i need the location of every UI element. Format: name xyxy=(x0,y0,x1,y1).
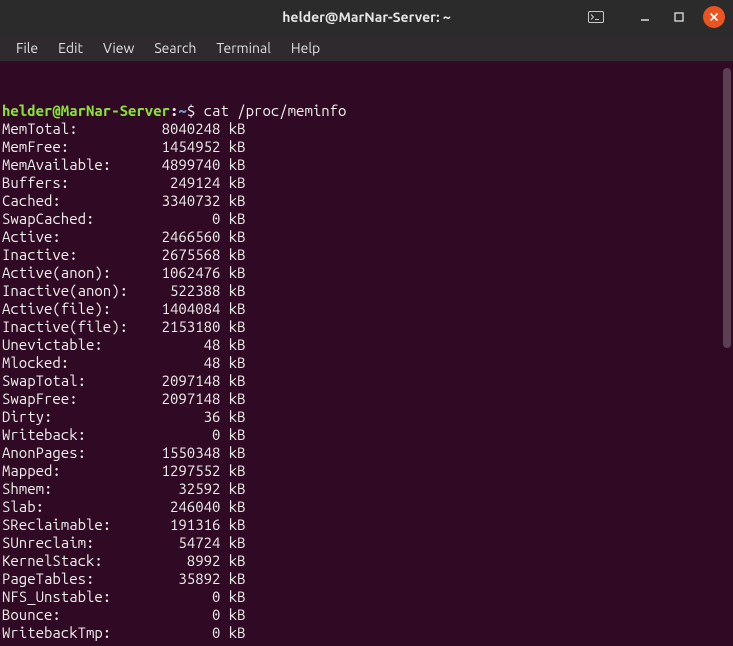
window-title: helder@MarNar-Server: ~ xyxy=(282,9,451,25)
terminal-area[interactable]: helder@MarNar-Server:~$ cat /proc/meminf… xyxy=(0,62,733,604)
minimize-button[interactable] xyxy=(635,7,655,27)
prompt-path: ~ xyxy=(178,102,186,119)
menu-item-edit[interactable]: Edit xyxy=(50,37,91,59)
scrollbar-thumb[interactable] xyxy=(723,68,731,348)
menu-item-view[interactable]: View xyxy=(95,37,142,59)
menubar: FileEditViewSearchTerminalHelp xyxy=(0,34,733,62)
menu-item-file[interactable]: File xyxy=(8,37,46,59)
menu-item-help[interactable]: Help xyxy=(283,37,328,59)
command-text xyxy=(195,102,203,119)
prompt-user-host: helder@MarNar-Server xyxy=(2,102,170,119)
prompt-line: helder@MarNar-Server:~$ cat /proc/meminf… xyxy=(2,102,731,120)
command-text: cat /proc/meminfo xyxy=(204,102,347,119)
window-controls xyxy=(635,6,725,28)
titlebar: helder@MarNar-Server: ~ xyxy=(0,0,733,34)
menu-item-terminal[interactable]: Terminal xyxy=(208,37,279,59)
terminal-output: helder@MarNar-Server:~$ cat /proc/meminf… xyxy=(0,62,733,646)
close-button[interactable] xyxy=(703,6,725,28)
maximize-button[interactable] xyxy=(669,7,689,27)
prompt-symbol: $ xyxy=(187,102,195,119)
meminfo-output: MemTotal: 8040248 kB MemFree: 1454952 kB… xyxy=(2,120,731,642)
menu-item-search[interactable]: Search xyxy=(146,37,204,59)
terminal-indicator-icon xyxy=(587,8,605,26)
